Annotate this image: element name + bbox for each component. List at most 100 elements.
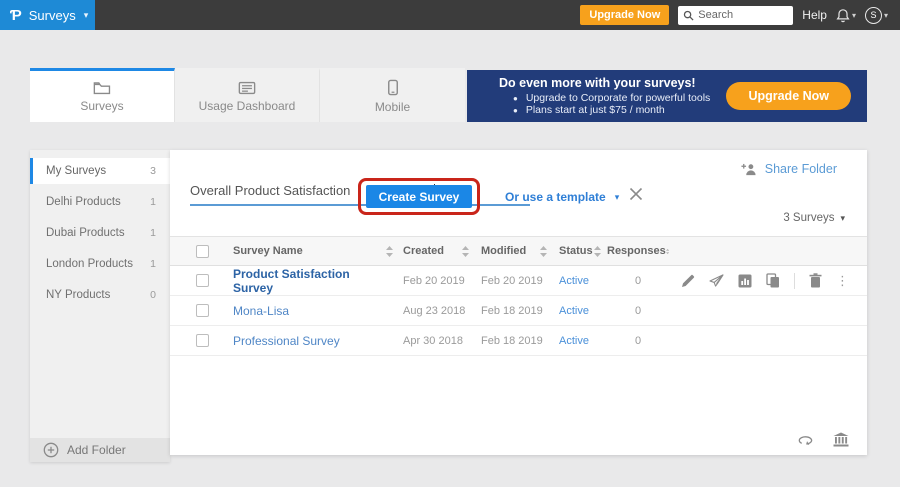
search-box[interactable] <box>678 6 793 25</box>
survey-name-link[interactable]: Mona-Lisa <box>233 304 289 318</box>
delete-button[interactable] <box>809 273 822 288</box>
folder-label: NY Products <box>46 289 110 301</box>
sidebar-item-dubai-products[interactable]: Dubai Products 1 <box>30 220 170 246</box>
column-header-responses: Responses <box>607 245 666 257</box>
upgrade-banner-bullet: ● Upgrade to Corporate for powerful tool… <box>499 92 710 104</box>
survey-name-link[interactable]: Professional Survey <box>233 334 340 348</box>
folder-label: Dubai Products <box>46 227 125 239</box>
archive-button[interactable] <box>833 432 849 447</box>
table-row: Mona-Lisa Aug 23 2018 Feb 18 2019 Active… <box>170 296 867 326</box>
share-user-icon <box>741 163 758 176</box>
created-date: Feb 20 2019 <box>403 275 465 287</box>
column-header-modified: Modified <box>481 245 526 257</box>
topbar-actions: Upgrade Now Help ▾ S ▾ <box>580 5 900 25</box>
search-icon <box>683 10 694 21</box>
search-input[interactable] <box>698 9 786 21</box>
surveys-count-dropdown[interactable]: 3 Surveys ▾ <box>783 212 845 224</box>
mobile-icon <box>387 79 399 96</box>
column-header-survey-name: Survey Name <box>233 245 303 257</box>
brand-logo-icon: Ƥ <box>10 8 22 23</box>
table-header-row: Survey Name Created Modified Status Resp… <box>170 236 867 266</box>
sidebar-item-delhi-products[interactable]: Delhi Products 1 <box>30 189 170 215</box>
surveys-page: Ƥ Surveys ▾ Upgrade Now Help ▾ S ▾ Surve <box>0 0 900 487</box>
avatar: S <box>865 7 882 24</box>
share-folder-label: Share Folder <box>765 162 837 176</box>
survey-name-link[interactable]: Product Satisfaction Survey <box>233 267 393 295</box>
restore-button[interactable] <box>798 434 815 446</box>
table-row: Product Satisfaction Survey Feb 20 2019 … <box>170 266 867 296</box>
folder-count: 1 <box>150 196 156 208</box>
add-folder-button[interactable]: Add Folder <box>30 438 170 462</box>
dashboard-icon <box>238 81 256 95</box>
responses-count: 0 <box>607 335 669 347</box>
sort-icon[interactable] <box>666 246 669 257</box>
distribute-button[interactable] <box>709 274 724 287</box>
column-header-created: Created <box>403 245 444 257</box>
surveys-panel: Share Folder Create Survey Or use a temp… <box>170 150 867 455</box>
folder-count: 0 <box>150 289 156 301</box>
close-button[interactable] <box>628 186 648 206</box>
folder-label: My Surveys <box>46 165 106 177</box>
status-link[interactable]: Active <box>559 275 589 287</box>
tab-surveys[interactable]: Surveys <box>30 68 175 122</box>
upgrade-banner-title: Do even more with your surveys! <box>499 76 710 90</box>
sidebar-item-ny-products[interactable]: NY Products 0 <box>30 282 170 308</box>
help-link[interactable]: Help <box>802 8 827 22</box>
chevron-down-icon: ▾ <box>840 213 845 224</box>
tab-mobile[interactable]: Mobile <box>320 68 465 122</box>
sidebar-item-london-products[interactable]: London Products 1 <box>30 251 170 277</box>
restore-loop-icon <box>798 434 815 446</box>
survey-name-input[interactable] <box>190 183 530 198</box>
row-actions: ⋮ <box>681 273 867 289</box>
row-checkbox[interactable] <box>196 274 209 287</box>
tab-label: Usage Dashboard <box>199 99 296 113</box>
bullet-icon: ● <box>513 106 518 115</box>
select-all-checkbox[interactable] <box>196 245 209 258</box>
responses-count: 0 <box>607 275 669 287</box>
chevron-down-icon: ▾ <box>884 11 888 20</box>
chevron-down-icon: ▾ <box>84 10 89 21</box>
sort-icon[interactable] <box>462 246 469 257</box>
column-header-status: Status <box>559 245 593 257</box>
status-link[interactable]: Active <box>559 305 589 317</box>
bank-icon <box>833 432 849 447</box>
upgrade-banner: Do even more with your surveys! ● Upgrad… <box>467 70 867 122</box>
row-checkbox[interactable] <box>196 304 209 317</box>
responses-count: 0 <box>607 305 669 317</box>
brand-menu[interactable]: Ƥ Surveys ▾ <box>0 0 95 30</box>
created-date: Apr 30 2018 <box>403 335 463 347</box>
folder-label: London Products <box>46 258 133 270</box>
status-link[interactable]: Active <box>559 335 589 347</box>
create-survey-button[interactable]: Create Survey <box>366 185 472 208</box>
trash-icon <box>809 273 822 288</box>
upgrade-now-button[interactable]: Upgrade Now <box>580 5 669 25</box>
folder-icon <box>93 81 111 95</box>
upgrade-now-banner-button[interactable]: Upgrade Now <box>726 82 851 110</box>
survey-name-field[interactable] <box>190 183 530 206</box>
copy-button[interactable] <box>766 273 780 288</box>
row-checkbox[interactable] <box>196 334 209 347</box>
edit-button[interactable] <box>681 274 695 288</box>
chevron-down-icon: ▾ <box>615 192 620 203</box>
account-menu[interactable]: S ▾ <box>865 7 888 24</box>
use-template-link[interactable]: Or use a template ▾ <box>505 190 619 204</box>
sort-icon[interactable] <box>540 246 547 257</box>
tab-usage-dashboard[interactable]: Usage Dashboard <box>175 68 320 122</box>
sort-icon[interactable] <box>386 246 393 257</box>
folder-count: 3 <box>150 165 156 177</box>
surveys-count-label: 3 Surveys <box>783 212 834 224</box>
notifications-menu[interactable]: ▾ <box>836 8 856 23</box>
folder-label: Delhi Products <box>46 196 121 208</box>
reports-button[interactable] <box>738 274 752 288</box>
sort-icon[interactable] <box>594 246 601 257</box>
more-actions-button[interactable]: ⋮ <box>836 274 849 287</box>
divider <box>794 273 795 289</box>
plus-circle-icon <box>43 442 59 458</box>
folder-count: 1 <box>150 227 156 239</box>
paper-plane-icon <box>709 274 724 287</box>
share-folder-link[interactable]: Share Folder <box>741 162 837 176</box>
main-tabs: Surveys Usage Dashboard Mobile <box>30 68 465 122</box>
sidebar-item-my-surveys[interactable]: My Surveys 3 <box>30 158 170 184</box>
chevron-down-icon: ▾ <box>852 11 856 20</box>
upgrade-banner-bullet: ● Plans start at just $75 / month <box>499 104 710 116</box>
